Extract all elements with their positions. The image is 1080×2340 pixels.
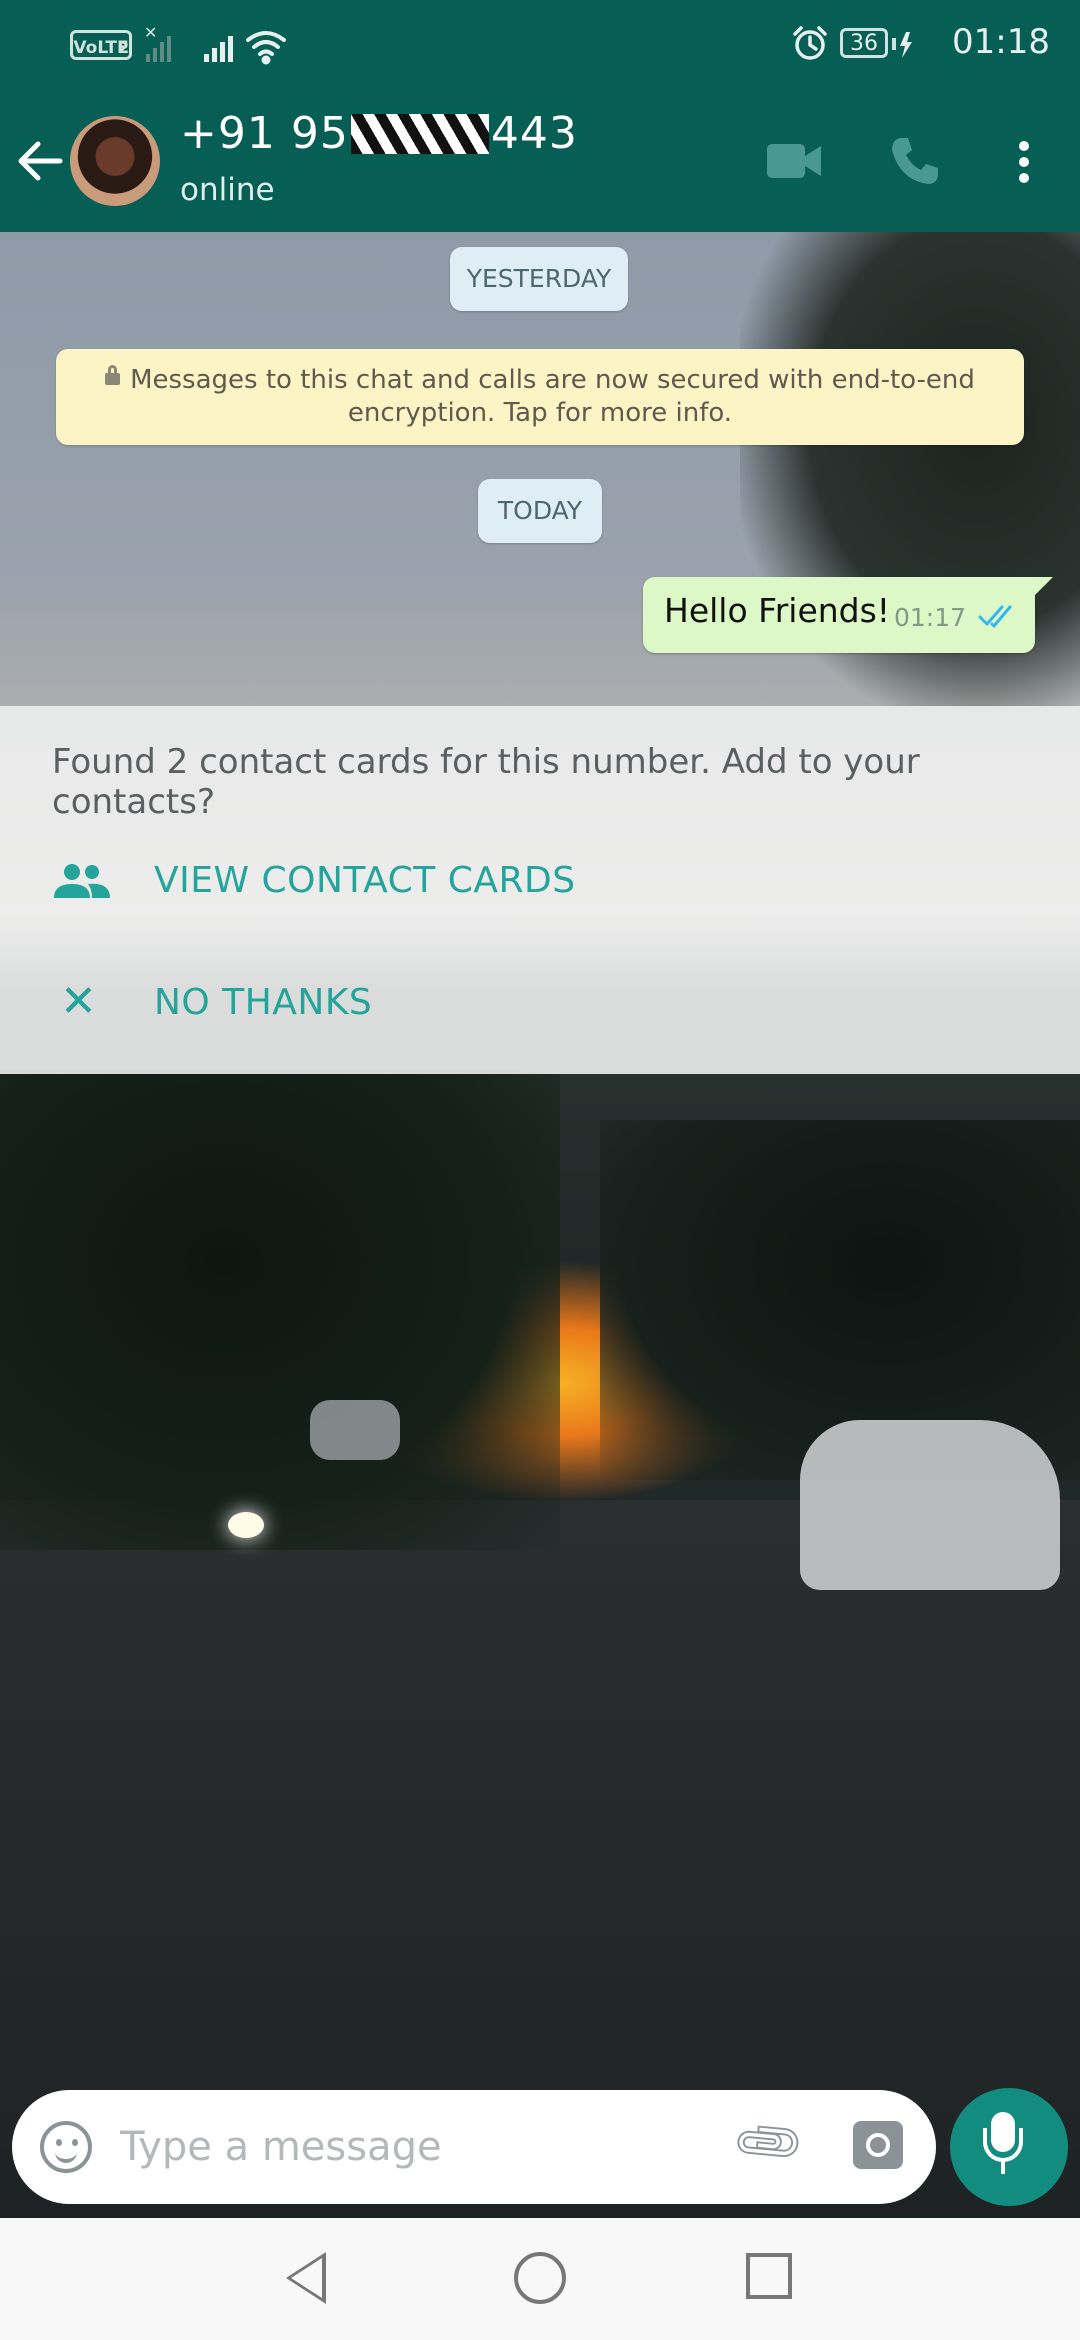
wallpaper-car-distant — [310, 1400, 400, 1460]
redaction-mark — [350, 114, 489, 154]
back-arrow-icon[interactable] — [16, 138, 66, 184]
contact-name[interactable]: +91 95 443 — [180, 108, 578, 159]
emoji-icon[interactable] — [40, 2121, 92, 2173]
wallpaper-trees-left — [0, 1070, 560, 1550]
encryption-text-line2: encryption. Tap for more info. — [347, 398, 733, 428]
contact-number-prefix: +91 95 — [180, 108, 349, 159]
contact-status: online — [180, 172, 275, 208]
people-icon[interactable] — [52, 862, 112, 900]
banner-message: Found 2 contact cards for this number. A… — [52, 742, 920, 822]
charging-icon — [892, 32, 912, 58]
view-contact-cards-button[interactable]: VIEW CONTACT CARDS — [154, 860, 576, 901]
no-thanks-button[interactable]: NO THANKS — [154, 982, 372, 1023]
nav-back-icon[interactable] — [286, 2252, 326, 2304]
message-time: 01:17 — [894, 603, 967, 632]
status-clock: 01:18 — [952, 22, 1050, 62]
mic-icon-stem — [1001, 2160, 1005, 2174]
date-chip-yesterday: YESTERDAY — [450, 247, 628, 311]
svg-text:✕: ✕ — [144, 24, 157, 42]
encryption-text-line1: Messages to this chat and calls are now … — [130, 365, 975, 395]
sim-indicator: 2 — [118, 38, 130, 57]
date-chip-today: TODAY — [478, 479, 602, 543]
signal-x-icon: ✕ — [144, 24, 171, 62]
nav-recents-icon[interactable] — [746, 2253, 792, 2299]
signal-icons: ✕ — [144, 24, 286, 65]
alarm-icon — [793, 26, 827, 60]
more-options-icon[interactable] — [1012, 138, 1036, 188]
phone-call-icon[interactable] — [888, 134, 942, 188]
encryption-notice[interactable]: Messages to this chat and calls are now … — [56, 349, 1024, 445]
wallpaper-car — [800, 1420, 1060, 1590]
wallpaper-headlight — [228, 1512, 264, 1538]
close-icon[interactable]: ✕ — [60, 980, 97, 1024]
message-text: Hello Friends! — [664, 591, 891, 630]
signal-icon — [204, 36, 233, 62]
avatar[interactable] — [70, 116, 160, 206]
outgoing-message[interactable]: Hello Friends! 01:17 — [643, 577, 1053, 653]
double-check-icon — [978, 605, 1012, 628]
lock-icon — [105, 365, 121, 385]
nav-home-icon[interactable] — [514, 2252, 566, 2304]
wifi-icon — [246, 31, 286, 65]
camera-icon[interactable] — [853, 2121, 903, 2169]
message-input[interactable] — [120, 2115, 720, 2179]
battery-icon: 36 — [840, 28, 888, 58]
wallpaper-road — [0, 1500, 1080, 2150]
contact-number-suffix: 443 — [490, 108, 578, 159]
video-call-icon[interactable] — [765, 140, 825, 182]
